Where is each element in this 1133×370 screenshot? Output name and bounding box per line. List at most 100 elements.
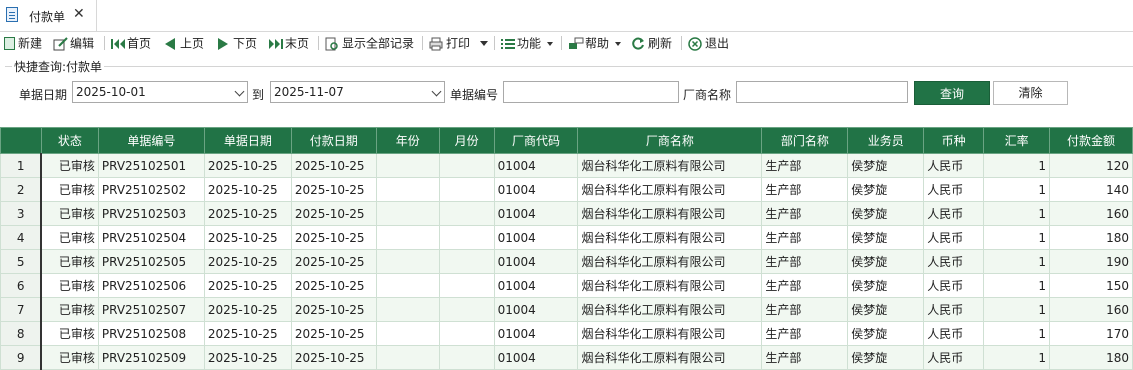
cell-currency[interactable]: 人民币 (923, 177, 985, 202)
cell-dept[interactable]: 生产部 (761, 297, 849, 322)
column-header[interactable]: 年份 (375, 127, 440, 154)
cell-status[interactable]: 已审核 (40, 249, 99, 274)
cell-status[interactable]: 已审核 (40, 153, 99, 178)
cell-bill-no[interactable]: PRV25102509 (97, 345, 205, 370)
cell-status[interactable]: 已审核 (40, 201, 99, 226)
cell-currency[interactable]: 人民币 (923, 345, 985, 370)
last-page-button[interactable]: 末页 (268, 34, 309, 52)
table-row[interactable]: 3 已审核 PRV25102503 2025-10-25 2025-10-25 01004… (0, 201, 1133, 226)
cell-year[interactable] (375, 273, 440, 298)
cell-rate[interactable]: 1 (983, 177, 1051, 202)
cell-pay-date[interactable]: 2025-10-25 (290, 345, 377, 370)
chevron-down-icon[interactable] (431, 86, 442, 97)
cell-staff[interactable]: 侯梦旋 (847, 201, 925, 226)
cell-bill-no[interactable]: PRV25102507 (97, 297, 205, 322)
row-number[interactable]: 4 (0, 225, 43, 250)
cell-month[interactable] (438, 273, 495, 298)
table-row[interactable]: 1 已审核 PRV25102501 2025-10-25 2025-10-25 01004… (0, 153, 1133, 178)
row-number[interactable]: 9 (0, 345, 43, 370)
cell-pay-date[interactable]: 2025-10-25 (290, 225, 377, 250)
cell-pay-date[interactable]: 2025-10-25 (290, 153, 377, 178)
cell-status[interactable]: 已审核 (40, 225, 99, 250)
cell-vendor-code[interactable]: 01004 (493, 201, 579, 226)
function-menu-button[interactable]: 功能 (500, 34, 553, 52)
column-header[interactable]: 单据日期 (203, 127, 292, 154)
cell-vendor-code[interactable]: 01004 (493, 177, 579, 202)
cell-currency[interactable]: 人民币 (923, 273, 985, 298)
column-header[interactable]: 币种 (923, 127, 985, 154)
column-header[interactable]: 业务员 (847, 127, 925, 154)
refresh-button[interactable]: 刷新 (631, 34, 672, 52)
cell-dept[interactable]: 生产部 (761, 201, 849, 226)
cell-year[interactable] (375, 201, 440, 226)
help-menu-button[interactable]: 帮助 (568, 34, 621, 52)
cell-pay-date[interactable]: 2025-10-25 (290, 177, 377, 202)
cell-year[interactable] (375, 321, 440, 346)
cell-year[interactable] (375, 297, 440, 322)
cell-staff[interactable]: 侯梦旋 (847, 297, 925, 322)
cell-status[interactable]: 已审核 (40, 177, 99, 202)
cell-bill-date[interactable]: 2025-10-25 (203, 345, 292, 370)
date-to-field[interactable]: 2025-11-07 (270, 81, 445, 103)
cell-month[interactable] (438, 249, 495, 274)
print-button[interactable]: 打印 (429, 34, 488, 52)
cell-bill-date[interactable]: 2025-10-25 (203, 153, 292, 178)
cell-staff[interactable]: 侯梦旋 (847, 153, 925, 178)
table-row[interactable]: 5 已审核 PRV25102505 2025-10-25 2025-10-25 01004… (0, 249, 1133, 274)
close-icon[interactable]: ✕ (73, 6, 85, 22)
column-header[interactable]: 月份 (438, 127, 495, 154)
cell-vendor-code[interactable]: 01004 (493, 321, 579, 346)
cell-vendor-code[interactable]: 01004 (493, 345, 579, 370)
bill-no-input[interactable] (503, 81, 679, 103)
cell-status[interactable]: 已审核 (40, 345, 99, 370)
cell-year[interactable] (375, 345, 440, 370)
cell-year[interactable] (375, 177, 440, 202)
table-row[interactable]: 6 已审核 PRV25102506 2025-10-25 2025-10-25 01004… (0, 273, 1133, 298)
date-from-field[interactable]: 2025-10-01 (72, 81, 248, 103)
cell-vendor-code[interactable]: 01004 (493, 225, 579, 250)
cell-amount[interactable]: 140 (1049, 177, 1133, 202)
table-row[interactable]: 4 已审核 PRV25102504 2025-10-25 2025-10-25 01004… (0, 225, 1133, 250)
cell-pay-date[interactable]: 2025-10-25 (290, 249, 377, 274)
row-number[interactable]: 1 (0, 153, 43, 178)
cell-staff[interactable]: 侯梦旋 (847, 273, 925, 298)
column-header[interactable]: 汇率 (983, 127, 1051, 154)
cell-vendor-name[interactable]: 烟台科华化工原料有限公司 (577, 297, 763, 322)
table-row[interactable]: 9 已审核 PRV25102509 2025-10-25 2025-10-25 01004… (0, 345, 1133, 370)
cell-rate[interactable]: 1 (983, 273, 1051, 298)
cell-dept[interactable]: 生产部 (761, 345, 849, 370)
cell-vendor-name[interactable]: 烟台科华化工原料有限公司 (577, 249, 763, 274)
column-header[interactable]: 单据编号 (97, 127, 205, 154)
cell-bill-no[interactable]: PRV25102505 (97, 249, 205, 274)
exit-button[interactable]: 退出 (688, 34, 729, 52)
cell-vendor-code[interactable]: 01004 (493, 273, 579, 298)
cell-pay-date[interactable]: 2025-10-25 (290, 297, 377, 322)
cell-amount[interactable]: 120 (1049, 153, 1133, 178)
cell-amount[interactable]: 160 (1049, 297, 1133, 322)
cell-month[interactable] (438, 177, 495, 202)
cell-rate[interactable]: 1 (983, 345, 1051, 370)
cell-bill-date[interactable]: 2025-10-25 (203, 297, 292, 322)
cell-amount[interactable]: 180 (1049, 345, 1133, 370)
cell-amount[interactable]: 160 (1049, 201, 1133, 226)
chevron-down-icon[interactable] (234, 86, 245, 97)
column-header[interactable]: 付款日期 (290, 127, 377, 154)
cell-month[interactable] (438, 225, 495, 250)
cell-rate[interactable]: 1 (983, 225, 1051, 250)
cell-vendor-name[interactable]: 烟台科华化工原料有限公司 (577, 273, 763, 298)
cell-year[interactable] (375, 249, 440, 274)
show-all-button[interactable]: 显示全部记录 (325, 34, 414, 52)
cell-dept[interactable]: 生产部 (761, 249, 849, 274)
row-number[interactable]: 2 (0, 177, 43, 202)
cell-vendor-name[interactable]: 烟台科华化工原料有限公司 (577, 153, 763, 178)
cell-currency[interactable]: 人民币 (923, 249, 985, 274)
cell-bill-date[interactable]: 2025-10-25 (203, 321, 292, 346)
edit-button[interactable]: 编辑 (53, 34, 94, 52)
cell-year[interactable] (375, 225, 440, 250)
cell-staff[interactable]: 侯梦旋 (847, 249, 925, 274)
cell-staff[interactable]: 侯梦旋 (847, 321, 925, 346)
column-header[interactable]: 厂商代码 (493, 127, 579, 154)
cell-dept[interactable]: 生产部 (761, 153, 849, 178)
column-header[interactable]: 付款金额 (1049, 127, 1133, 154)
cell-bill-date[interactable]: 2025-10-25 (203, 177, 292, 202)
